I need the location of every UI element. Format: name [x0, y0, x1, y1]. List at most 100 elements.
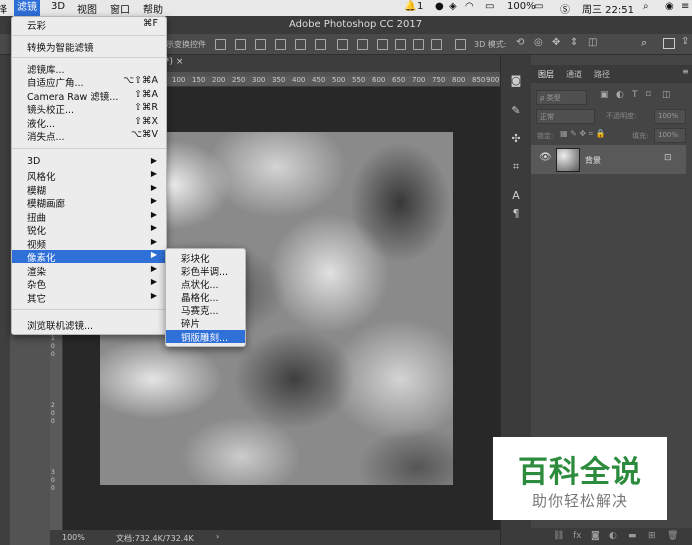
submenu-item-crystallize[interactable]: 晶格化... [166, 290, 245, 304]
menu-item-lens-correction[interactable]: 镜头校正... ⇧⌘R [12, 102, 166, 116]
show-transform-label[interactable]: 示变换控件 [166, 39, 206, 50]
user-icon[interactable]: ◉ [665, 1, 674, 12]
new-layer-icon[interactable]: ⊞ [648, 531, 656, 541]
brush-panel-icon[interactable]: ✎ [510, 105, 522, 117]
menu-3d[interactable]: 3D [51, 1, 65, 12]
notification-icon[interactable]: 🔔 [404, 1, 416, 12]
search-icon[interactable]: ⌕ [643, 1, 649, 12]
menu-item-adaptive-wide-angle[interactable]: 自适应广角... ⌥⇧⌘A [12, 75, 166, 89]
3d-scale-icon[interactable]: ◫ [588, 37, 597, 48]
filter-type-icon[interactable]: T [632, 90, 638, 100]
airplay-icon[interactable]: ▭ [485, 1, 494, 12]
menu-item-browse-online-filters[interactable]: 浏览联机滤镜... [12, 318, 166, 332]
layer-thumbnail[interactable] [556, 148, 580, 172]
fill-field[interactable]: 100% [654, 128, 686, 143]
s-app-icon[interactable]: Ⓢ [560, 1, 570, 16]
distribute-center-icon[interactable] [413, 39, 424, 50]
link-layers-icon[interactable]: ⛓ [553, 531, 564, 541]
tab-layers[interactable]: 图层 [538, 69, 554, 80]
group-icon[interactable]: ▬ [628, 531, 637, 541]
menu-item-render[interactable]: 渲染 ▶ [12, 264, 166, 278]
adjustment-layer-icon[interactable]: ◐ [609, 531, 617, 541]
submenu-item-pointillize[interactable]: 点状化... [166, 277, 245, 291]
3d-roll-icon[interactable]: ◎ [534, 37, 543, 48]
menu-item-sharpen[interactable]: 锐化 ▶ [12, 223, 166, 237]
layer-filter-kind[interactable]: ρ 类型 [536, 90, 587, 105]
visibility-eye-icon[interactable]: 👁 [539, 152, 552, 163]
blend-mode-select[interactable]: 正常 [536, 109, 595, 124]
align-middle-icon[interactable] [235, 39, 246, 50]
menu-item-convert-smart-filters[interactable]: 转换为智能滤镜 [12, 40, 166, 54]
paragraph-panel-icon[interactable]: ¶ [510, 208, 522, 220]
menu-item-distort[interactable]: 扭曲 ▶ [12, 210, 166, 224]
menu-item-liquify[interactable]: 液化... ⇧⌘X [12, 116, 166, 130]
crop-icon[interactable]: ⌗ [510, 161, 522, 173]
filter-image-icon[interactable]: ▣ [600, 90, 609, 100]
lock-pixels-icon[interactable]: ▦ ✎ ✥ ⌗ 🔒 [560, 129, 606, 139]
menu-item-filter-gallery[interactable]: 滤镜库... [12, 62, 166, 76]
document-tab[interactable]: *) × [165, 57, 183, 70]
delete-layer-icon[interactable]: 🗑 [667, 531, 678, 541]
menu-item-3d[interactable]: 3D ▶ [12, 156, 166, 169]
menu-item-stylize[interactable]: 风格化 ▶ [12, 169, 166, 183]
submenu-item-mezzotint[interactable]: 铜版雕刻... [166, 330, 245, 344]
menu-window[interactable]: 窗口 [110, 1, 130, 16]
menu-item-blur-gallery[interactable]: 模糊画廊 ▶ [12, 196, 166, 210]
distribute-middle-icon[interactable] [357, 39, 368, 50]
filter-adjust-icon[interactable]: ◐ [616, 90, 624, 100]
character-panel-icon[interactable]: A [510, 190, 522, 202]
menu-help[interactable]: 帮助 [143, 1, 163, 16]
submenu-item-mosaic[interactable]: 马赛克... [166, 303, 245, 317]
share-icon[interactable]: ⇪ [681, 36, 689, 47]
list-icon[interactable]: ≡ [681, 1, 689, 12]
layer-name[interactable]: 背景 [585, 155, 601, 166]
wifi-icon[interactable]: ◠ [465, 1, 474, 12]
distribute-top-icon[interactable] [337, 39, 348, 50]
menu-item-clouds[interactable]: 云彩 ⌘F [12, 18, 166, 32]
status-arrow-icon[interactable]: › [216, 532, 219, 541]
zoom-level[interactable]: 100% [62, 533, 85, 542]
3d-pan-icon[interactable]: ✥ [552, 37, 560, 48]
distribute-bottom-icon[interactable] [377, 39, 388, 50]
tab-channels[interactable]: 通道 [566, 69, 582, 80]
filter-smart-icon[interactable]: ◫ [662, 90, 671, 100]
workspace-icon[interactable] [663, 38, 675, 49]
opacity-field[interactable]: 100% [654, 109, 686, 124]
align-center-icon[interactable] [295, 39, 306, 50]
align-right-icon[interactable] [315, 39, 326, 50]
menu-item-blur[interactable]: 模糊 ▶ [12, 183, 166, 197]
layer-mask-icon[interactable]: ◙ [591, 531, 600, 541]
layer-row[interactable] [531, 145, 686, 174]
menu-item-vanishing-point[interactable]: 消失点... ⌥⌘V [12, 129, 166, 143]
panel-menu-icon[interactable]: ≡ [682, 67, 689, 76]
layer-style-icon[interactable]: fx [573, 531, 582, 541]
filter-shape-icon[interactable]: ⌑ [646, 90, 651, 100]
align-bottom-icon[interactable] [255, 39, 266, 50]
menu-view[interactable]: 视图 [77, 1, 97, 16]
submenu-item-facet[interactable]: 彩块化 [166, 251, 245, 265]
distribute-left-icon[interactable] [395, 39, 406, 50]
app-icon[interactable]: ● [435, 1, 444, 12]
menu-item-camera-raw[interactable]: Camera Raw 滤镜... ⇧⌘A [12, 89, 166, 103]
menu-filter[interactable]: 滤镜 [14, 0, 40, 16]
menu-select[interactable]: 择 [0, 1, 7, 16]
menu-item-other[interactable]: 其它 ▶ [12, 291, 166, 305]
3d-panel-icon[interactable]: ◙ [510, 75, 522, 87]
3d-slide-icon[interactable]: ⇕ [570, 37, 578, 48]
submenu-item-color-halftone[interactable]: 彩色半调... [166, 264, 245, 278]
clock[interactable]: 周三 22:51 [582, 1, 634, 16]
menu-item-noise[interactable]: 杂色 ▶ [12, 277, 166, 291]
menu-item-video[interactable]: 视频 ▶ [12, 237, 166, 251]
menu-item-pixelate[interactable]: 像素化 ▶ [12, 250, 166, 264]
clone-source-icon[interactable]: ✣ [510, 133, 522, 145]
tab-paths[interactable]: 路径 [594, 69, 610, 80]
compass-icon[interactable]: ◈ [449, 1, 457, 12]
battery-icon[interactable]: ▭ [534, 1, 543, 12]
search-ps-icon[interactable]: ⌕ [641, 36, 647, 50]
auto-align-icon[interactable] [455, 39, 466, 50]
distribute-right-icon[interactable] [431, 39, 442, 50]
3d-orbit-icon[interactable]: ⟲ [516, 37, 524, 48]
align-left-icon[interactable] [275, 39, 286, 50]
layer-lock-icon[interactable]: ⊡ [664, 153, 672, 163]
align-top-icon[interactable] [215, 39, 226, 50]
